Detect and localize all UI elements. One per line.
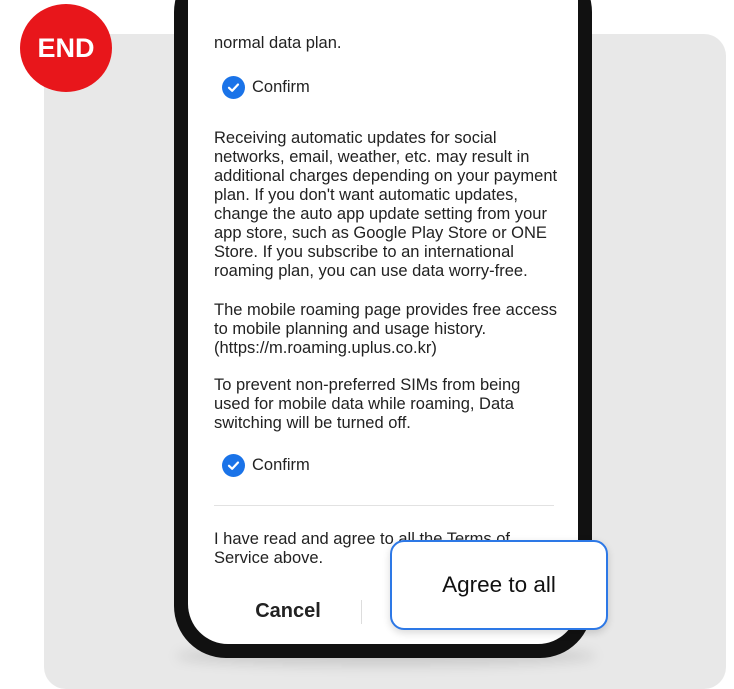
check-circle-icon xyxy=(222,76,245,99)
agree-to-all-button[interactable]: Agree to all xyxy=(390,540,608,630)
terms-paragraph-sim: To prevent non-preferred SIMs from being… xyxy=(214,376,521,432)
button-separator xyxy=(361,600,362,624)
confirm-checkbox-2[interactable]: Confirm xyxy=(222,454,310,477)
cancel-button[interactable]: Cancel xyxy=(228,596,348,626)
terms-paragraph-roaming-page: The mobile roaming page provides free ac… xyxy=(214,301,558,357)
confirm-label: Confirm xyxy=(252,78,310,96)
terms-paragraph-partial: normal data plan. xyxy=(214,34,342,52)
divider xyxy=(214,505,554,506)
confirm-checkbox-1[interactable]: Confirm xyxy=(222,76,310,99)
terms-paragraph-updates: Receiving automatic updates for social n… xyxy=(214,129,558,280)
tutorial-stage: normal data plan. Confirm Receiving auto… xyxy=(0,0,734,689)
confirm-label: Confirm xyxy=(252,456,310,474)
check-circle-icon xyxy=(222,454,245,477)
end-badge: END xyxy=(20,4,112,92)
